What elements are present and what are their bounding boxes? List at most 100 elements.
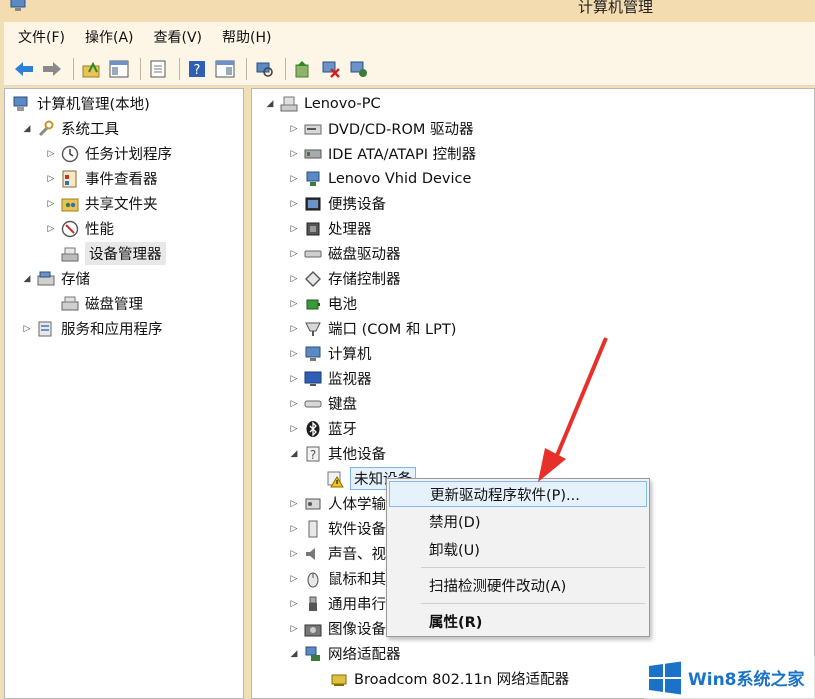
tree-item-label: 通用串行 [328,597,386,613]
tree-item-dvd-drives[interactable]: ▷ DVD/CD-ROM 驱动器 [288,116,474,141]
tree-item-computer-management[interactable]: 计算机管理(本地) [13,91,150,116]
tree-item-usb[interactable]: ▷ 通用串行 [288,591,386,616]
toolbar: ? [4,52,815,86]
expand-arrow-icon[interactable]: ▷ [288,624,300,634]
tree-item-label: 便携设备 [328,197,386,213]
tree-item-hid[interactable]: ▷ 人体学输 [288,491,386,516]
tree-item-keyboards[interactable]: ▷ 键盘 [288,391,357,416]
toolbar-separator [285,57,286,80]
expand-arrow-icon[interactable]: ▷ [288,274,300,284]
expand-arrow-icon[interactable]: ▷ [21,324,33,334]
tree-item-performance[interactable]: ▷ 性能 [45,216,114,241]
disable-device-button[interactable] [319,57,343,81]
expand-arrow-icon[interactable]: ▷ [45,199,57,209]
collapse-arrow-icon[interactable]: ◢ [21,274,33,284]
show-hide-tree-button[interactable] [107,57,131,81]
scan-hardware-button[interactable] [252,57,276,81]
tree-item-shared-folders[interactable]: ▷ 共享文件夹 [45,191,158,216]
collapse-arrow-icon[interactable]: ◢ [264,99,276,109]
tree-item-broadcom-adapter[interactable]: Broadcom 802.11n 网络适配器 [330,666,569,691]
tree-item-monitors[interactable]: ▷ 监视器 [288,366,372,391]
tree-item-device-manager[interactable]: 设备管理器 [61,241,166,266]
expand-arrow-icon[interactable]: ▷ [288,299,300,309]
expand-arrow-icon[interactable]: ▷ [288,524,300,534]
up-button[interactable] [79,57,103,81]
expand-arrow-icon[interactable]: ▷ [288,324,300,334]
help-button[interactable]: ? [185,57,209,81]
tree-item-system-tools[interactable]: ◢ 系统工具 [21,116,119,141]
mouse-icon [304,570,322,588]
expand-arrow-icon[interactable]: ▷ [288,374,300,384]
tree-item-computer[interactable]: ▷ 计算机 [288,341,372,366]
tree-item-batteries[interactable]: ▷ 电池 [288,291,357,316]
back-arrow-icon [15,61,33,76]
collapse-arrow-icon[interactable]: ◢ [21,124,33,134]
expand-arrow-icon[interactable]: ▷ [45,224,57,234]
menu-view[interactable]: 查看(V) [154,27,203,47]
menu-item-update-driver[interactable]: 更新驱动程序软件(P)... [389,481,647,507]
tree-item-label: 性能 [85,222,114,238]
properties-toolbar-button[interactable] [146,57,170,81]
network-adapter-icon [304,645,322,663]
back-button[interactable] [12,57,36,81]
collapse-arrow-icon[interactable]: ◢ [288,449,300,459]
action-pane-button[interactable] [213,57,237,81]
expand-arrow-icon[interactable]: ▷ [45,174,57,184]
expand-arrow-icon[interactable]: ▷ [288,349,300,359]
expand-arrow-icon[interactable]: ▷ [288,424,300,434]
expand-arrow-icon[interactable]: ▷ [288,124,300,134]
expand-arrow-icon[interactable]: ▷ [45,149,57,159]
tree-item-processors[interactable]: ▷ 处理器 [288,216,372,241]
menu-item-scan-hardware[interactable]: 扫描检测硬件改动(A) [389,572,647,598]
tree-item-label: 其他设备 [328,447,386,463]
expand-arrow-icon[interactable]: ▷ [288,174,300,184]
tree-item-disk-management[interactable]: 磁盘管理 [61,291,143,316]
tree-item-lenovo-vhid[interactable]: ▷ Lenovo Vhid Device [288,166,472,191]
tree-item-other-devices[interactable]: ◢ ? 其他设备 [288,441,386,466]
tree-item-task-scheduler[interactable]: ▷ 任务计划程序 [45,141,172,166]
portable-device-icon [304,195,322,213]
expand-arrow-icon[interactable]: ▷ [288,249,300,259]
menu-item-properties[interactable]: 属性(R) [389,608,647,634]
tree-item-network-adapters[interactable]: ◢ 网络适配器 [288,641,401,666]
expand-arrow-icon[interactable]: ▷ [288,399,300,409]
forward-button[interactable] [40,57,64,81]
sound-icon [304,545,322,563]
tree-item-sound[interactable]: ▷ 声音、视 [288,541,386,566]
tree-item-label: 存储 [61,272,90,288]
tree-item-mice[interactable]: ▷ 鼠标和其 [288,566,386,591]
tree-item-lenovo-pc[interactable]: ◢ Lenovo-PC [264,91,381,116]
menu-item-disable[interactable]: 禁用(D) [389,508,647,534]
storage-icon [37,270,55,288]
expand-arrow-icon[interactable]: ▷ [288,499,300,509]
menu-help[interactable]: 帮助(H) [222,27,271,47]
tree-item-imaging-devices[interactable]: ▷ 图像设备 [288,616,386,641]
menu-action[interactable]: 操作(A) [85,27,134,47]
tree-item-disk-drives[interactable]: ▷ 磁盘驱动器 [288,241,401,266]
tree-item-services-applications[interactable]: ▷ 服务和应用程序 [21,316,163,341]
toolbar-separator [73,57,74,80]
tree-item-portable-devices[interactable]: ▷ 便携设备 [288,191,386,216]
tree-item-storage[interactable]: ◢ 存储 [21,266,90,291]
tree-item-storage-controllers[interactable]: ▷ 存储控制器 [288,266,401,291]
menu-item-uninstall[interactable]: 卸载(U) [389,536,647,562]
update-driver-button[interactable] [291,57,315,81]
port-icon [304,320,322,338]
menu-file[interactable]: 文件(F) [18,27,65,47]
expand-arrow-icon[interactable]: ▷ [288,199,300,209]
computer-icon [280,95,298,113]
enable-device-button[interactable] [347,57,371,81]
expand-arrow-icon[interactable]: ▷ [288,574,300,584]
expand-arrow-icon[interactable]: ▷ [288,149,300,159]
tree-item-ports[interactable]: ▷ 端口 (COM 和 LPT) [288,316,456,341]
tree-item-ide-controllers[interactable]: ▷ IDE ATA/ATAPI 控制器 [288,141,477,166]
collapse-arrow-icon[interactable]: ◢ [288,649,300,659]
system-tools-icon [37,120,55,138]
hid-device-icon [304,170,322,188]
expand-arrow-icon[interactable]: ▷ [288,549,300,559]
tree-item-software-devices[interactable]: ▷ 软件设备 [288,516,386,541]
expand-arrow-icon[interactable]: ▷ [288,599,300,609]
tree-item-bluetooth[interactable]: ▷ 蓝牙 [288,416,357,441]
tree-item-event-viewer[interactable]: ▷ 事件查看器 [45,166,158,191]
expand-arrow-icon[interactable]: ▷ [288,224,300,234]
